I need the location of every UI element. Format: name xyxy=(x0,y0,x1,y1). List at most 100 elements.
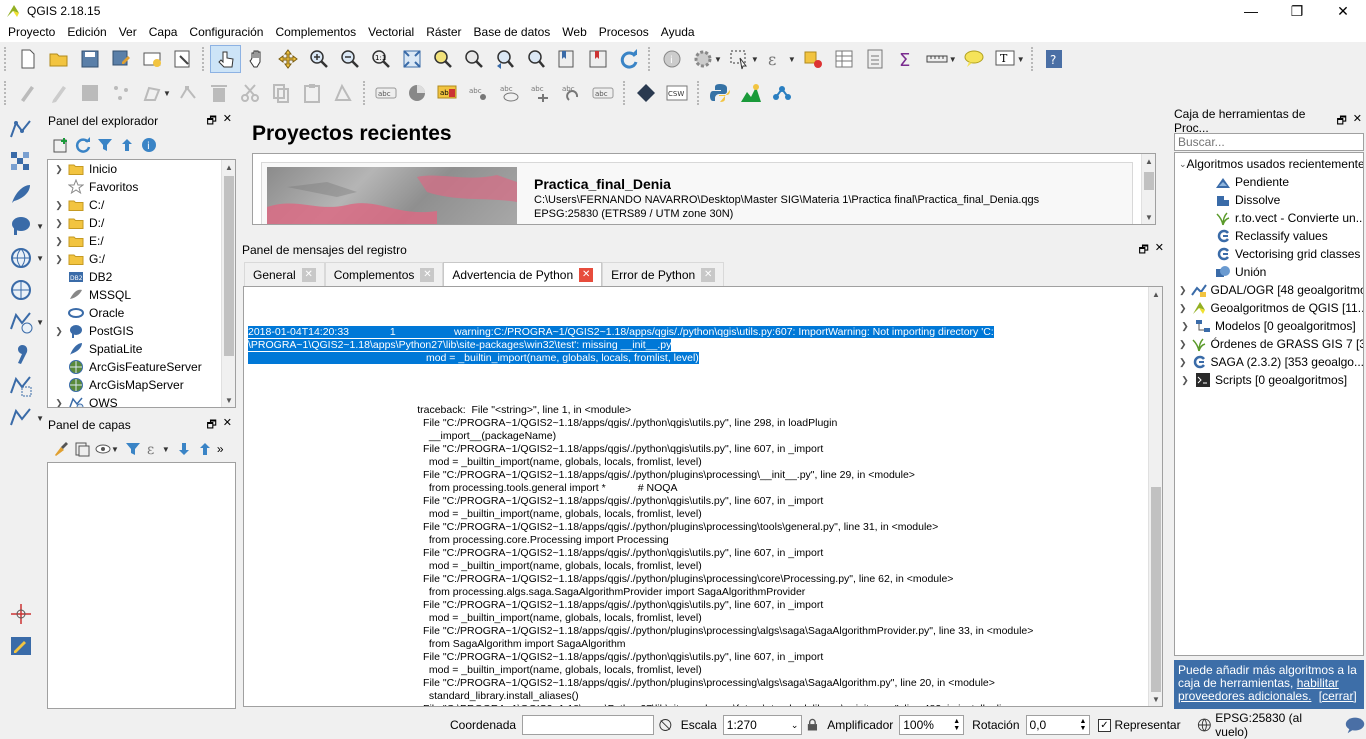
expand-arrow-icon[interactable]: ❯ xyxy=(1179,339,1187,350)
csw-button[interactable]: CSW xyxy=(662,79,693,107)
add-spatialite-layer-button[interactable] xyxy=(4,180,38,208)
explorer-item-arcgisfeatureserver[interactable]: ArcGisFeatureServer xyxy=(48,358,235,376)
eye-icon[interactable] xyxy=(94,440,112,458)
log-line[interactable]: File "C:/PROGRA~1/QGIS2~1.18/apps/qgis/.… xyxy=(248,573,1033,586)
log-line[interactable]: from processing.core.Processing import P… xyxy=(248,534,1033,547)
metasearch-button[interactable] xyxy=(631,79,662,107)
chevron-down-icon[interactable]: ▼ xyxy=(36,222,44,231)
pan-to-selection-button[interactable] xyxy=(272,45,303,73)
scroll-down-icon[interactable]: ▼ xyxy=(1149,692,1162,706)
zoom-last-button[interactable] xyxy=(489,45,520,73)
expand-arrow-icon[interactable]: ❯ xyxy=(1179,303,1187,314)
minimize-button[interactable]: — xyxy=(1228,0,1274,22)
close-tab-icon[interactable]: ✕ xyxy=(579,267,594,282)
menu-configuracion[interactable]: Configuración xyxy=(183,22,269,42)
chevron-down-icon[interactable]: ▼ xyxy=(714,55,722,64)
zoom-to-layer-button[interactable] xyxy=(458,45,489,73)
menu-vectorial[interactable]: Vectorial xyxy=(362,22,420,42)
explorer-item-arcgismapserver[interactable]: ArcGisMapServer xyxy=(48,376,235,394)
log-line[interactable]: File "C:/PROGRA~1/QGIS2~1.18/apps/qgis/.… xyxy=(248,443,1033,456)
map-tips-button[interactable] xyxy=(959,45,990,73)
log-scrollbar[interactable]: ▲ ▼ xyxy=(1148,287,1162,706)
explorer-item-favoritos[interactable]: Favoritos xyxy=(48,178,235,196)
scroll-up-icon[interactable]: ▲ xyxy=(222,160,235,174)
explorer-scrollbar[interactable]: ▲ ▼ xyxy=(221,160,235,407)
highlight-pinned-labels-button[interactable]: ab xyxy=(433,79,464,107)
explorer-item-c[interactable]: ❯ C:/ xyxy=(48,196,235,214)
expand-arrow-icon[interactable]: ❯ xyxy=(52,200,66,211)
zoom-next-button[interactable] xyxy=(520,45,551,73)
add-selected-layers-icon[interactable] xyxy=(52,136,70,154)
expand-arrow-icon[interactable]: ❯ xyxy=(52,236,66,247)
collapse-all-icon[interactable] xyxy=(196,440,214,458)
log-line[interactable] xyxy=(248,391,1033,404)
toolbar-grip[interactable] xyxy=(362,81,367,105)
add-virtual-layer-button[interactable] xyxy=(4,372,38,400)
log-selected-line[interactable]: mod = _builtin_import(name, globals, loc… xyxy=(248,352,699,364)
layer-diagram-button[interactable] xyxy=(402,79,433,107)
expand-arrow-icon[interactable]: ❯ xyxy=(1179,357,1187,368)
explorer-item-oracle[interactable]: Oracle xyxy=(48,304,235,322)
log-line[interactable]: mod = _builtin_import(name, globals, loc… xyxy=(248,612,1033,625)
network-tool-button[interactable] xyxy=(767,79,798,107)
menu-proyecto[interactable]: Proyecto xyxy=(2,22,61,42)
chevron-down-icon[interactable]: ▼ xyxy=(1017,55,1025,64)
expand-arrow-icon[interactable]: ❯ xyxy=(52,164,66,175)
float-panel-icon[interactable]: 🗗 xyxy=(206,112,216,131)
scale-combobox[interactable]: 1:270 ⌄ xyxy=(722,715,803,735)
recent-scrollbar[interactable]: ▲ ▼ xyxy=(1141,154,1155,224)
menu-raster[interactable]: Ráster xyxy=(420,22,467,42)
toggle-extents-icon[interactable] xyxy=(658,717,673,733)
add-delimited-text-button[interactable] xyxy=(4,340,38,368)
python-console-button[interactable] xyxy=(705,79,736,107)
log-line[interactable]: from processing.tools.general import * #… xyxy=(248,482,1033,495)
cut-features-button[interactable] xyxy=(235,79,266,107)
add-feature-button[interactable] xyxy=(105,79,136,107)
expand-arrow-icon[interactable]: ❯ xyxy=(52,254,66,265)
log-selected-line[interactable]: 2018-01-04T14:20:33 1 warning:C:/PROGRA~… xyxy=(248,326,994,338)
expand-arrow-icon[interactable]: ❯ xyxy=(1179,321,1191,332)
show-bookmarks-button[interactable] xyxy=(582,45,613,73)
toolbox-item[interactable]: r.to.vect - Convierte un... xyxy=(1175,209,1363,227)
menu-base-de-datos[interactable]: Base de datos xyxy=(468,22,557,42)
close-tab-icon[interactable]: ✕ xyxy=(420,267,435,282)
log-line[interactable]: from SagaAlgorithm import SagaAlgorithm xyxy=(248,638,1033,651)
pin-labels-button[interactable]: abc xyxy=(464,79,495,107)
scroll-thumb[interactable] xyxy=(1144,172,1154,190)
zoom-to-selection-button[interactable] xyxy=(427,45,458,73)
more-icon[interactable]: » xyxy=(217,442,224,456)
collapse-all-icon[interactable] xyxy=(118,136,136,154)
spinner-icon[interactable]: ▲ ▼ xyxy=(1080,718,1087,732)
log-line[interactable]: File "C:\PROGRA~1\QGIS2~1.18\apps\Python… xyxy=(248,703,1033,706)
crs-status[interactable]: EPSG:25830 (al vuelo) xyxy=(1215,711,1328,739)
coordinate-input[interactable] xyxy=(522,715,655,735)
chevron-down-icon[interactable]: ▼ xyxy=(36,318,44,327)
render-checkbox[interactable]: ✓ xyxy=(1098,718,1111,732)
toolbox-item[interactable]: ❯ Geoalgoritmos de QGIS [11... xyxy=(1175,299,1363,317)
explorer-item-ows[interactable]: ❯ OWS xyxy=(48,394,235,408)
collapse-arrow-icon[interactable]: ⌄ xyxy=(1179,159,1187,170)
log-line[interactable]: from processing.algs.saga.SagaAlgorithmP… xyxy=(248,586,1033,599)
log-line[interactable]: File "C:/PROGRA~1/QGIS2~1.18/apps/qgis/.… xyxy=(248,417,1033,430)
pan-map-button[interactable] xyxy=(241,45,272,73)
toolbox-item[interactable]: ❯ GDAL/OGR [48 geoalgoritmos] xyxy=(1175,281,1363,299)
crs-globe-icon[interactable] xyxy=(1197,717,1212,733)
add-raster-layer-button[interactable] xyxy=(4,148,38,176)
toolbox-item[interactable]: ❯ Scripts [0 geoalgoritmos] xyxy=(1175,371,1363,389)
close-tab-icon[interactable]: ✕ xyxy=(701,267,716,282)
float-panel-icon[interactable]: 🗗 xyxy=(1336,112,1346,131)
menu-procesos[interactable]: Procesos xyxy=(593,22,655,42)
close-panel-icon[interactable]: ✕ xyxy=(223,112,232,131)
close-panel-icon[interactable]: ✕ xyxy=(223,416,232,435)
refresh-icon[interactable] xyxy=(74,136,92,154)
expand-arrow-icon[interactable]: ❯ xyxy=(52,326,66,337)
log-selected-line[interactable]: \PROGRA~1\QGIS2~1.18\apps\Python27\lib\s… xyxy=(248,339,672,351)
add-wcs-layer-button[interactable] xyxy=(4,276,38,304)
expand-arrow-icon[interactable]: ❯ xyxy=(52,398,66,408)
close-button[interactable]: ✕ xyxy=(1320,0,1366,22)
lock-icon[interactable] xyxy=(806,718,819,732)
close-banner-link[interactable]: [cerrar] xyxy=(1319,689,1357,703)
tab-complementos[interactable]: Complementos ✕ xyxy=(324,262,444,286)
toggle-editing-button[interactable] xyxy=(43,79,74,107)
digitizing-tools-button[interactable] xyxy=(328,79,359,107)
